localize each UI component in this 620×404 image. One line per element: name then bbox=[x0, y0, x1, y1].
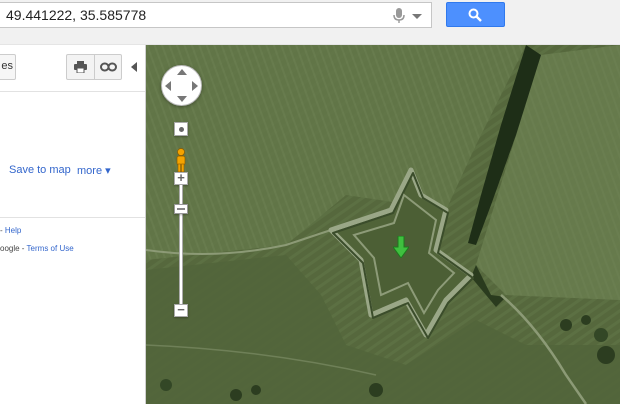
handle-grip-icon bbox=[177, 208, 185, 210]
zoom-slider-track[interactable] bbox=[179, 185, 183, 304]
footer-line-2: oogle - Terms of Use bbox=[0, 244, 74, 253]
footer-line-1: - Help bbox=[0, 226, 21, 235]
terms-link[interactable]: Terms of Use bbox=[27, 244, 74, 253]
microphone-icon[interactable] bbox=[392, 8, 406, 24]
more-link[interactable]: more ▾ bbox=[77, 164, 111, 177]
search-box[interactable] bbox=[0, 2, 432, 28]
location-dot-icon bbox=[179, 127, 184, 132]
print-icon bbox=[74, 61, 87, 73]
satellite-imagery bbox=[146, 45, 620, 404]
link-icon bbox=[100, 62, 117, 72]
zoom-in-button[interactable]: + bbox=[174, 170, 188, 185]
top-search-bar bbox=[0, 0, 620, 45]
panel-header: es bbox=[0, 45, 145, 92]
satellite-map[interactable] bbox=[146, 45, 620, 404]
panel-tab-label: es bbox=[1, 60, 13, 72]
panel-divider bbox=[0, 217, 145, 218]
zoom-slider-handle[interactable] bbox=[174, 204, 188, 214]
panel-tab[interactable]: es bbox=[0, 54, 16, 80]
link-button[interactable] bbox=[95, 55, 122, 79]
chevron-down-icon[interactable] bbox=[412, 14, 422, 19]
collapse-panel-icon[interactable] bbox=[131, 62, 137, 72]
help-link[interactable]: Help bbox=[5, 226, 21, 235]
pan-up-icon[interactable] bbox=[177, 69, 187, 75]
google-text: oogle - bbox=[0, 244, 25, 253]
panel-tools bbox=[66, 54, 122, 80]
pan-control[interactable] bbox=[161, 65, 202, 106]
pan-down-icon[interactable] bbox=[177, 96, 187, 102]
pan-left-icon[interactable] bbox=[165, 81, 171, 91]
pan-right-icon[interactable] bbox=[192, 81, 198, 91]
left-panel: es Save to map more ▾ - Help oogle - Ter… bbox=[0, 45, 146, 404]
footer-dash: - bbox=[0, 226, 3, 235]
my-location-button[interactable] bbox=[174, 122, 188, 136]
search-input[interactable] bbox=[6, 5, 376, 25]
magnifier-icon bbox=[468, 8, 482, 22]
green-arrow-marker-icon[interactable] bbox=[393, 236, 409, 258]
print-button[interactable] bbox=[67, 55, 95, 79]
search-button[interactable] bbox=[446, 2, 505, 27]
plus-icon: + bbox=[177, 170, 185, 185]
zoom-out-button[interactable]: − bbox=[174, 302, 188, 317]
minus-icon: − bbox=[177, 302, 185, 317]
save-to-map-link[interactable]: Save to map bbox=[9, 164, 71, 176]
